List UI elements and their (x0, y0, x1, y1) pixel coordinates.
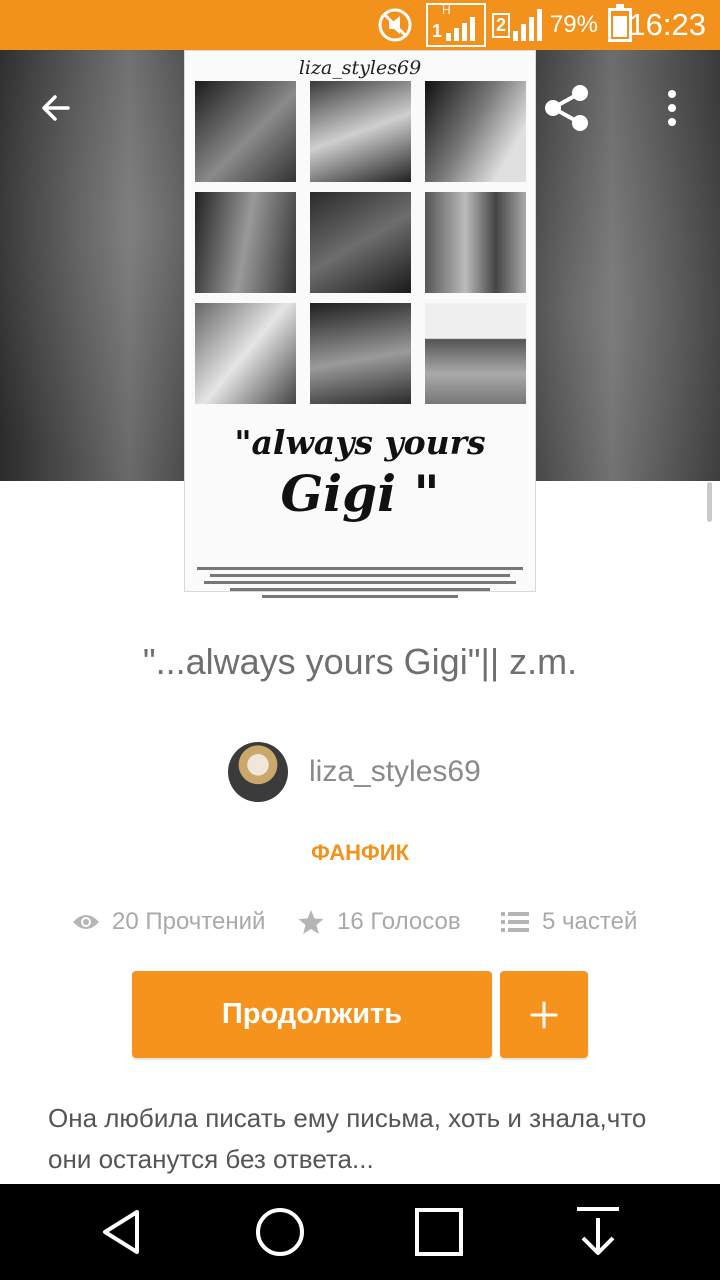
signal-2-icon: 2 (492, 0, 543, 50)
signal-h-icon: H 1 (426, 0, 486, 50)
cover-credits (197, 567, 523, 602)
cover-photo-grid (195, 81, 527, 404)
cover-photo (195, 192, 296, 293)
plus-icon (530, 1001, 558, 1028)
cover-title-line2: Gigi " (280, 464, 440, 523)
back-arrow-icon[interactable] (26, 78, 86, 138)
nav-recents-icon[interactable] (409, 1202, 469, 1262)
cover-photo (425, 303, 526, 404)
mute-icon (376, 0, 414, 50)
add-to-library-button[interactable] (500, 971, 588, 1058)
avatar[interactable] (228, 742, 288, 802)
parts-stat: 5 частей (500, 904, 637, 940)
nav-home-icon[interactable] (250, 1202, 310, 1262)
nav-back-icon[interactable] (92, 1202, 152, 1262)
share-icon[interactable] (537, 78, 597, 138)
story-description: Она любила писать ему письма, хоть и зна… (48, 1103, 647, 1174)
cover-photo (310, 303, 411, 404)
cover-photo (425, 192, 526, 293)
eye-icon (73, 915, 99, 929)
cover-photo (195, 81, 296, 182)
nav-notifications-icon[interactable] (568, 1202, 628, 1262)
cover-photo (425, 81, 526, 182)
battery-percent: 79% (549, 11, 598, 38)
cover-title: "always yours Gigi " (185, 423, 535, 523)
votes-stat: 16 Голосов (297, 904, 461, 940)
continue-reading-button[interactable]: Продолжить (132, 971, 492, 1058)
cover-photo (195, 303, 296, 404)
star-icon (298, 910, 324, 934)
status-bar: H 1 2 79% 16:23 (0, 0, 720, 50)
reads-stat: 20 Прочтений (72, 904, 265, 940)
author-name[interactable]: liza_styles69 (309, 755, 481, 789)
system-nav-bar (0, 1184, 720, 1280)
parts-count: 5 частей (542, 908, 638, 935)
category-tag[interactable]: ФАНФИК (0, 840, 720, 866)
story-stats: 20 Прочтений 16 Голосов 5 частей (0, 904, 720, 940)
author-row[interactable]: liza_styles69 (228, 741, 481, 803)
book-cover[interactable]: liza_styles69 "always yours Gigi " (184, 50, 536, 598)
story-title: "...always yours Gigi"|| z.m. (142, 641, 578, 682)
list-icon (501, 912, 529, 932)
clock: 16:23 (628, 7, 706, 42)
cover-handle: liza_styles69 (298, 57, 422, 79)
reads-count: 20 Прочтений (112, 908, 266, 935)
cover-photo (310, 81, 411, 182)
scrollbar[interactable] (707, 482, 712, 522)
more-vertical-icon[interactable] (642, 78, 702, 138)
votes-count: 16 Голосов (337, 908, 461, 935)
cover-photo (310, 192, 411, 293)
cover-title-line1: "always yours (234, 423, 486, 462)
